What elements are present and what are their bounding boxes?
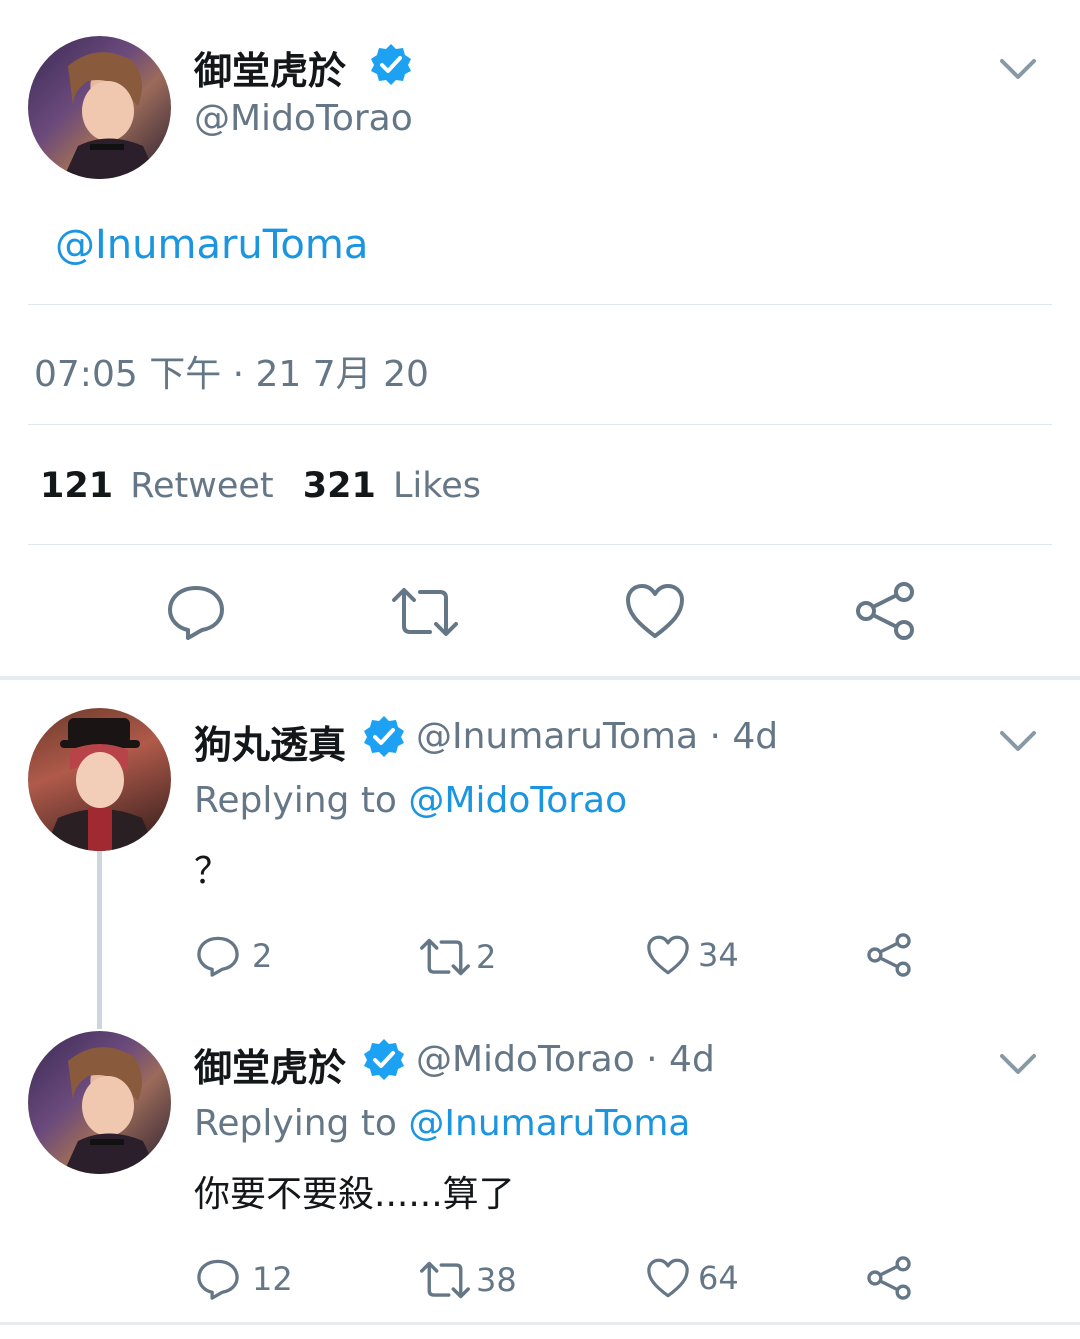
reply-text: 你要不要殺......算了: [194, 1174, 515, 1215]
retweet-button[interactable]: 2: [418, 936, 496, 978]
chevron-down-icon[interactable]: [998, 55, 1038, 83]
retweet-count: 2: [476, 938, 497, 976]
reply-icon: [197, 936, 239, 977]
retweet-count: 38: [476, 1261, 517, 1299]
verified-badge-icon: [362, 714, 406, 762]
reply-text: ？: [194, 851, 231, 892]
reply-count: 2: [252, 937, 273, 975]
chevron-down-icon[interactable]: [998, 1050, 1038, 1078]
retweet-button[interactable]: 38: [418, 1259, 517, 1301]
like-button[interactable]: 34: [646, 934, 739, 976]
reply-author-name[interactable]: 御堂虎於: [194, 1037, 346, 1092]
like-button[interactable]: [624, 582, 686, 640]
share-button[interactable]: [854, 580, 916, 642]
replying-to-label: Replying to: [194, 780, 397, 821]
retweet-icon: [420, 938, 470, 976]
author-avatar[interactable]: [28, 36, 171, 179]
verified-badge-icon: [369, 42, 413, 90]
replying-to-line: Replying to @InumaruToma: [194, 1103, 690, 1144]
replying-to-line: Replying to @MidoTorao: [194, 780, 627, 821]
divider: [28, 424, 1052, 425]
share-button[interactable]: [866, 932, 912, 978]
retweet-icon: [392, 588, 458, 636]
reply-icon: [168, 586, 224, 640]
heart-icon: [647, 1258, 689, 1298]
reply-author-avatar[interactable]: [28, 1031, 171, 1174]
author-name[interactable]: 御堂虎於: [194, 40, 346, 95]
tweet-timestamp[interactable]: 07:05 下午 · 21 7月 20: [34, 345, 429, 397]
replying-to-mention[interactable]: @InumaruToma: [408, 1103, 690, 1144]
divider: [28, 304, 1052, 305]
share-icon: [867, 933, 911, 977]
avatar-portrait-icon: [44, 718, 156, 851]
reply-button[interactable]: 12: [196, 1257, 293, 1301]
reply-button[interactable]: 2: [196, 934, 272, 978]
reply-icon: [197, 1259, 239, 1300]
reply-author-handle[interactable]: @MidoTorao · 4d: [416, 1039, 715, 1080]
bottom-divider: [0, 1322, 1080, 1325]
like-button[interactable]: 64: [646, 1257, 739, 1299]
share-icon: [867, 1256, 911, 1300]
retweet-count[interactable]: 121: [40, 466, 113, 506]
share-icon: [856, 582, 914, 640]
replying-to-label: Replying to: [194, 1103, 397, 1144]
section-divider: [0, 676, 1080, 680]
avatar-portrait-icon: [63, 1047, 158, 1174]
share-button[interactable]: [866, 1255, 912, 1301]
reply-count: 12: [252, 1260, 293, 1298]
engagement-stats: 121 Retweet 321 Likes: [40, 466, 481, 506]
like-count: 64: [698, 1259, 739, 1297]
divider: [28, 544, 1052, 545]
like-count: 34: [698, 936, 739, 974]
retweet-icon: [420, 1261, 470, 1299]
likes-label[interactable]: Likes: [393, 466, 481, 506]
thread-line: [97, 851, 102, 1029]
author-handle[interactable]: @MidoTorao: [194, 98, 413, 139]
tweet-text-mention[interactable]: @InumaruToma: [55, 222, 368, 268]
reply-button[interactable]: [166, 582, 226, 642]
verified-badge-icon: [362, 1037, 406, 1085]
heart-icon: [647, 935, 689, 975]
reply-author-name[interactable]: 狗丸透真: [194, 714, 346, 769]
retweet-button[interactable]: [390, 584, 460, 640]
retweet-label[interactable]: Retweet: [130, 466, 273, 506]
likes-count[interactable]: 321: [303, 466, 376, 506]
avatar-portrait-icon: [63, 52, 158, 179]
heart-icon: [626, 584, 684, 638]
reply-author-handle[interactable]: @InumaruToma · 4d: [416, 716, 778, 757]
replying-to-mention[interactable]: @MidoTorao: [408, 780, 627, 821]
chevron-down-icon[interactable]: [998, 727, 1038, 755]
reply-author-avatar[interactable]: [28, 708, 171, 851]
